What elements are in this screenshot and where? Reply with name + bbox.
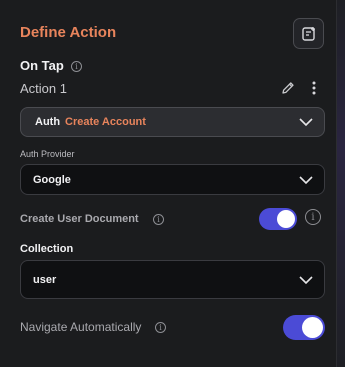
navigate-automatically-toggle[interactable] bbox=[283, 315, 325, 340]
chevron-down-icon bbox=[299, 118, 313, 127]
toggle-knob bbox=[302, 317, 323, 338]
document-add-icon bbox=[301, 26, 315, 41]
create-user-document-label: Create User Document bbox=[20, 213, 139, 225]
auth-provider-dropdown[interactable]: Google bbox=[20, 164, 325, 195]
info-icon[interactable]: i bbox=[155, 322, 166, 333]
collection-dropdown[interactable]: user bbox=[20, 260, 325, 299]
more-options-icon[interactable] bbox=[308, 80, 320, 96]
navigate-automatically-label: Navigate Automatically bbox=[20, 320, 142, 334]
auth-provider-value: Google bbox=[33, 173, 71, 186]
panel-title: Define Action bbox=[20, 24, 117, 41]
action-category: Auth bbox=[35, 116, 61, 128]
collection-value: user bbox=[33, 273, 57, 286]
document-add-button[interactable] bbox=[293, 18, 324, 49]
chevron-down-icon bbox=[299, 175, 313, 184]
info-icon[interactable]: i bbox=[153, 214, 164, 225]
background-edge bbox=[337, 0, 345, 367]
action-type-dropdown[interactable]: Auth Create Account bbox=[20, 107, 325, 137]
edit-pencil-icon[interactable] bbox=[280, 80, 296, 96]
trigger-label: On Tap bbox=[20, 58, 64, 73]
info-icon[interactable]: i bbox=[305, 209, 321, 225]
define-action-panel: Define Action On Tap i Action 1 Auth Cre… bbox=[0, 0, 337, 367]
create-user-document-toggle[interactable] bbox=[259, 208, 297, 230]
action-name[interactable]: Action 1 bbox=[20, 81, 67, 96]
collection-label: Collection bbox=[20, 243, 74, 255]
chevron-down-icon bbox=[299, 275, 313, 284]
auth-provider-label: Auth Provider bbox=[20, 149, 75, 159]
toggle-knob bbox=[277, 210, 295, 228]
info-icon[interactable]: i bbox=[71, 61, 82, 72]
action-value: Create Account bbox=[65, 116, 146, 128]
